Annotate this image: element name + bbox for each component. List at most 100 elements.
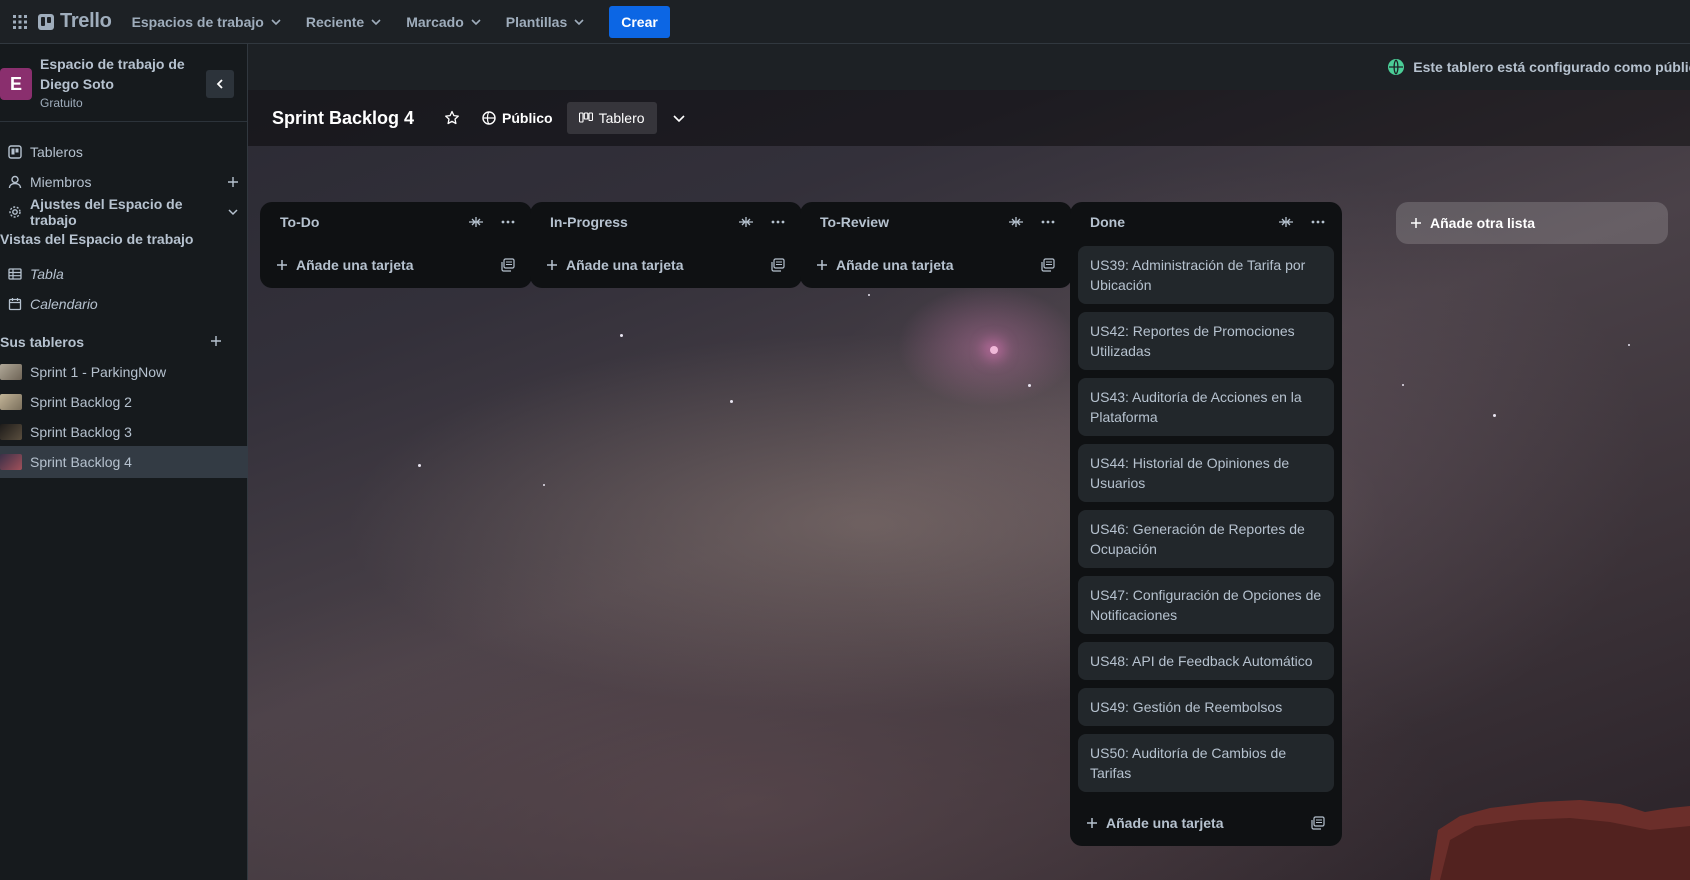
your-boards-label: Sus tableros [0,334,85,350]
workspace-header: E Espacio de trabajo de Diego Soto Gratu… [0,44,247,122]
sidebar-board-label: Sprint Backlog 2 [30,394,132,410]
sidebar-board-item[interactable]: Sprint 1 - ParkingNow [0,356,248,388]
add-card-button[interactable]: Añade una tarjeta [546,257,762,273]
visibility-button[interactable]: Público [474,102,561,134]
background-star [620,334,623,337]
plus-icon [546,259,558,271]
trello-logo-icon [38,13,54,30]
create-from-template-icon[interactable] [1032,249,1064,281]
star-icon[interactable] [436,102,468,134]
collapse-sidebar-button[interactable] [206,70,234,98]
workspace-name[interactable]: Espacio de trabajo de Diego Soto [40,54,190,94]
create-from-template-icon[interactable] [492,249,524,281]
globe-icon [482,111,496,125]
sidebar-item-boards[interactable]: Tableros [0,136,248,168]
sidebar-item-label: Tabla [30,266,64,282]
board-canvas: Este tablero está configurado como públi… [248,44,1690,880]
list-footer: Añade una tarjeta [530,242,802,288]
red-rock-formation [1430,800,1690,880]
list-footer: Añade una tarjeta [260,242,532,288]
nav-workspaces-label: Espacios de trabajo [131,13,264,30]
collapse-list-icon[interactable] [460,206,492,238]
card[interactable]: US44: Historial de Opiniones de Usuarios [1078,444,1334,502]
add-card-button[interactable]: Añade una tarjeta [276,257,492,273]
nav-starred[interactable]: Marcado [396,6,492,38]
card[interactable]: US48: API de Feedback Automático [1078,642,1334,680]
nav-starred-label: Marcado [406,13,464,30]
collapse-list-icon[interactable] [730,206,762,238]
card[interactable]: US39: Administración de Tarifa por Ubica… [1078,246,1334,304]
chevron-down-icon[interactable] [663,102,695,134]
visibility-label: Público [502,110,553,126]
card[interactable]: US43: Auditoría de Acciones en la Plataf… [1078,378,1334,436]
workspace-avatar[interactable]: E [0,68,32,100]
sidebar-item-members[interactable]: Miembros [0,166,248,198]
add-card-label: Añade una tarjeta [836,257,954,273]
sidebar-item-calendar-view[interactable]: Calendario [0,288,248,320]
add-board-icon[interactable] [210,335,222,347]
top-navigation-bar: Trello Espacios de trabajo Reciente Marc… [0,0,1690,44]
card[interactable]: US46: Generación de Reportes de Ocupació… [1078,510,1334,568]
trello-logo-text: Trello [60,10,112,32]
board-view-button[interactable]: Tablero [566,102,657,134]
gear-icon [0,205,30,219]
sidebar-board-label: Sprint 1 - ParkingNow [30,364,167,380]
sidebar-board-label: Sprint Backlog 3 [30,424,132,440]
add-card-button[interactable]: Añade una tarjeta [816,257,1032,273]
create-button[interactable]: Crear [609,5,670,38]
more-options-icon[interactable] [1302,206,1334,238]
nav-templates[interactable]: Plantillas [496,6,595,38]
add-list-button[interactable]: Añade otra lista [1396,202,1668,244]
background-star [1628,344,1630,346]
list-in-progress: In-Progress Añade una tarjeta [530,202,802,288]
sidebar-item-table-view[interactable]: Tabla [0,258,248,290]
board-thumbnail [0,424,22,440]
more-options-icon[interactable] [1032,206,1064,238]
list-title[interactable]: In-Progress [550,214,730,230]
create-from-template-icon[interactable] [762,249,794,281]
list-title[interactable]: To-Do [280,214,460,230]
app-switcher-icon[interactable] [4,6,36,38]
sidebar-board-item[interactable]: Sprint Backlog 2 [0,386,248,418]
add-list-label: Añade otra lista [1430,215,1536,231]
nav-workspaces[interactable]: Espacios de trabajo [122,6,292,38]
create-from-template-icon[interactable] [1302,807,1334,839]
nav-recent[interactable]: Reciente [296,6,392,38]
your-boards-heading: Sus tableros [0,334,248,350]
board-title[interactable]: Sprint Backlog 4 [272,108,414,129]
list-footer: Añade una tarjeta [1070,800,1342,846]
sidebar-item-label: Ajustes del Espacio de trabajo [30,196,183,228]
card[interactable]: US50: Auditoría de Cambios de Tarifas [1078,734,1334,792]
add-card-button[interactable]: Añade una tarjeta [1086,815,1302,831]
plus-icon [816,259,828,271]
list-title[interactable]: To-Review [820,214,1000,230]
more-options-icon[interactable] [762,206,794,238]
sidebar-board-item[interactable]: Sprint Backlog 3 [0,416,248,448]
sidebar-board-item-active[interactable]: Sprint Backlog 4 [0,446,248,478]
public-globe-icon [1387,58,1405,76]
add-member-icon[interactable] [218,176,248,188]
board-icon [0,145,30,159]
nav-templates-label: Plantillas [505,13,568,30]
plus-icon [1086,817,1098,829]
collapse-list-icon[interactable] [1270,206,1302,238]
background-star [1028,384,1031,387]
list-title[interactable]: Done [1090,214,1270,230]
background-star [418,464,421,467]
trello-logo[interactable]: Trello [38,6,112,38]
nav-recent-label: Reciente [305,13,365,30]
card[interactable]: US47: Configuración de Opciones de Notif… [1078,576,1334,634]
calendar-icon [0,297,30,311]
board-thumbnail [0,394,22,410]
sidebar-item-label: Calendario [30,296,98,312]
add-card-label: Añade una tarjeta [566,257,684,273]
list-header: In-Progress [530,202,802,242]
more-options-icon[interactable] [492,206,524,238]
card[interactable]: US42: Reportes de Promociones Utilizadas [1078,312,1334,370]
card[interactable]: US49: Gestión de Reembolsos [1078,688,1334,726]
chevron-down-icon [218,206,248,218]
sidebar-item-settings[interactable]: Ajustes del Espacio de trabajo [0,196,248,228]
list-header: Done [1070,202,1342,242]
sidebar-item-label: Miembros [30,174,92,190]
collapse-list-icon[interactable] [1000,206,1032,238]
